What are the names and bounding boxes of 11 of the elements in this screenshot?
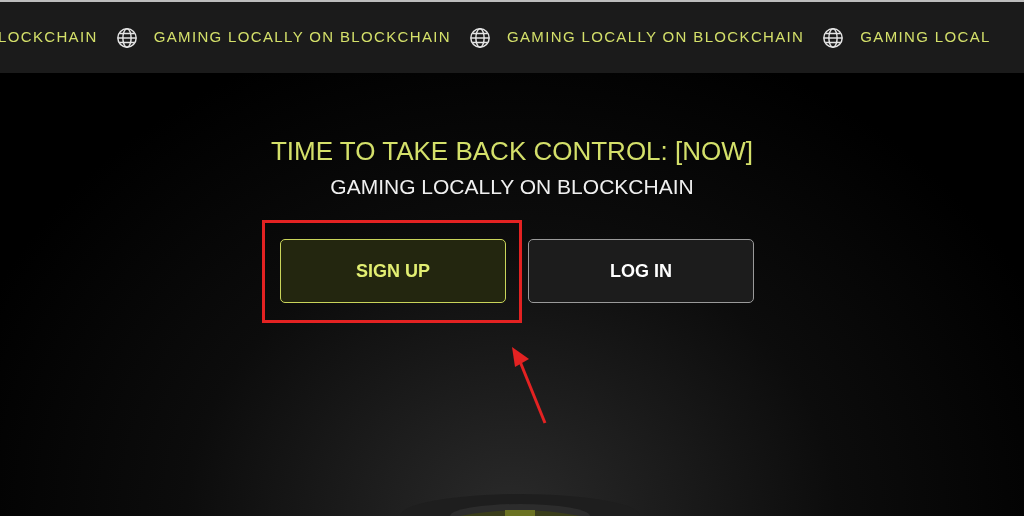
globe-icon — [822, 26, 845, 49]
log-in-button[interactable]: LOG IN — [528, 239, 754, 303]
globe-icon — [115, 26, 138, 49]
globe-icon — [469, 26, 491, 49]
marquee-text: LOCKCHAIN — [0, 27, 98, 48]
sign-up-button[interactable]: SIGN UP — [280, 239, 506, 303]
hero-subtitle: GAMING LOCALLY ON BLOCKCHAIN — [330, 174, 694, 200]
hero-title: TIME TO TAKE BACK CONTROL: [NOW] — [271, 135, 753, 167]
marquee-text: GAMING LOCALLY ON BLOCKCHAIN — [153, 27, 451, 48]
marquee-text: GAMING LOCAL — [860, 27, 991, 48]
marquee-text: GAMING LOCALLY ON BLOCKCHAIN — [507, 27, 805, 48]
